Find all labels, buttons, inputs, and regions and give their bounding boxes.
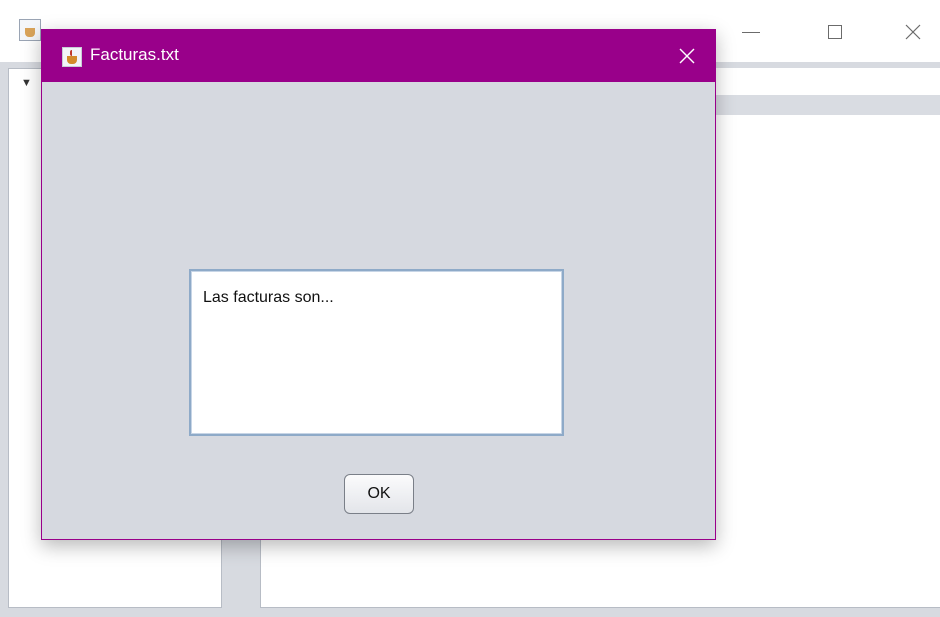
window-left-edge bbox=[0, 68, 8, 617]
minimize-icon bbox=[742, 31, 760, 33]
dialog-title: Facturas.txt bbox=[90, 45, 179, 64]
ok-button[interactable]: OK bbox=[344, 474, 414, 514]
window-close-button[interactable] bbox=[890, 12, 936, 52]
message-text-area[interactable]: Las facturas son... bbox=[189, 269, 564, 436]
minimize-button[interactable] bbox=[728, 12, 774, 52]
dialog-close-button[interactable] bbox=[670, 40, 704, 72]
window-bottom-border bbox=[0, 608, 940, 617]
close-icon bbox=[905, 24, 921, 40]
maximize-icon bbox=[828, 25, 842, 39]
screen: ▼ Facturas.txt Las facturas son... OK bbox=[0, 0, 940, 617]
java-app-icon bbox=[19, 19, 41, 41]
maximize-button[interactable] bbox=[812, 12, 858, 52]
message-dialog: Facturas.txt Las facturas son... OK bbox=[41, 29, 716, 540]
dialog-titlebar[interactable]: Facturas.txt bbox=[42, 30, 715, 82]
java-app-icon bbox=[62, 47, 82, 67]
tree-expand-icon[interactable]: ▼ bbox=[21, 77, 32, 89]
close-icon bbox=[679, 48, 695, 64]
